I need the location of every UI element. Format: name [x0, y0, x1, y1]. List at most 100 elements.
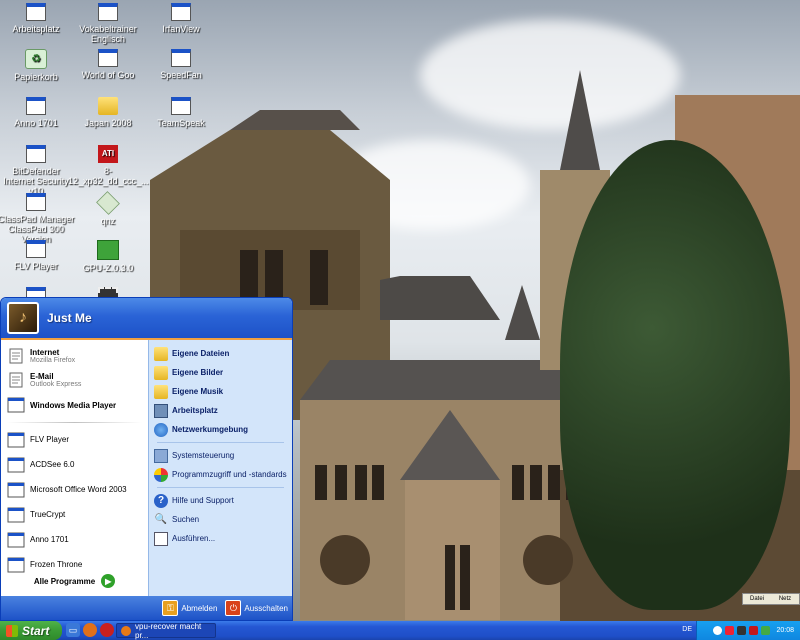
menu-separator	[157, 442, 284, 443]
desktop-icon-speedfan[interactable]: SpeedFan	[141, 49, 221, 80]
document-icon	[7, 371, 25, 389]
mini-window[interactable]: Datei Netz	[742, 593, 800, 605]
desktop-icon-japan-2008[interactable]: Japan 2008	[68, 97, 148, 128]
places-netzwerkumgebung[interactable]: Netzwerkumgebung	[149, 420, 292, 439]
clock[interactable]: 20:08	[776, 627, 794, 634]
pictures-folder-icon	[154, 365, 168, 380]
desktop-icon-anno-1701[interactable]: Anno 1701	[0, 97, 76, 128]
desktop-icon-arbeitsplatz[interactable]: Arbeitsplatz	[0, 3, 76, 34]
firefox-icon[interactable]	[83, 623, 97, 637]
desktop-icon-world-of-goo[interactable]: World of Goo	[68, 49, 148, 80]
start-menu-left-pane: Internet Mozilla Firefox E-Mail Outlook Ex…	[1, 340, 148, 596]
desktop-icon-flv-player[interactable]: FLV Player	[0, 240, 76, 271]
app-window-icon	[7, 396, 25, 414]
app-window-icon	[7, 506, 25, 524]
recycle-bin-icon: ♻	[25, 49, 47, 69]
folder-icon	[98, 97, 118, 115]
windows-logo-icon	[6, 624, 18, 637]
quick-launch: ▭	[66, 623, 117, 637]
shortcut-icon	[26, 240, 46, 258]
places-programmzugriff[interactable]: Programmzugriff und -standards	[149, 465, 292, 484]
media-icon[interactable]	[100, 623, 114, 637]
computer-shortcut-icon	[26, 3, 46, 21]
desktop-icon-bitdefender[interactable]: BitDefender Internet Security v10	[0, 145, 76, 196]
taskbar: Start ▭ vpu-recover macht pr... DE 20:08	[0, 621, 800, 640]
places-eigene-bilder[interactable]: Eigene Bilder	[149, 363, 292, 382]
places-hilfe-und-support[interactable]: ? Hilfe und Support	[149, 491, 292, 510]
pinned-internet[interactable]: Internet Mozilla Firefox	[1, 344, 148, 368]
system-tray: 20:08	[696, 621, 800, 640]
desktop-icon-papierkorb[interactable]: ♻ Papierkorb	[0, 49, 76, 82]
help-icon: ?	[154, 493, 168, 508]
shortcut-icon	[171, 97, 191, 115]
app-window-icon	[7, 456, 25, 474]
shutdown-button[interactable]: ⏻ Ausschalten	[225, 600, 288, 616]
disk-icon	[96, 191, 120, 215]
gpu-tray-icon[interactable]	[761, 626, 771, 635]
mini-window-tab-datei[interactable]: Datei	[743, 594, 771, 604]
firefox-icon	[121, 625, 131, 636]
document-icon	[7, 347, 25, 365]
music-folder-icon	[154, 384, 168, 399]
recent-anno-1701[interactable]: Anno 1701	[1, 527, 148, 552]
recent-word-2003[interactable]: Microsoft Office Word 2003	[1, 477, 148, 502]
places-arbeitsplatz[interactable]: Arbeitsplatz	[149, 401, 292, 420]
start-menu-right-pane: Eigene Dateien Eigene Bilder Eigene Musi…	[148, 340, 292, 596]
places-suchen[interactable]: 🔍 Suchen	[149, 510, 292, 529]
control-panel-icon	[154, 448, 168, 463]
pinned-email[interactable]: E-Mail Outlook Express	[1, 368, 148, 392]
mini-window-tab-netz[interactable]: Netz	[771, 594, 799, 604]
desktop-icon-vokabeltrainer[interactable]: Vokabeltrainer Englisch	[68, 3, 148, 44]
desktop-icon-gpu-z[interactable]: GPU-Z.0.3.0	[68, 240, 148, 273]
recent-truecrypt[interactable]: TrueCrypt	[1, 502, 148, 527]
app-window-icon	[7, 481, 25, 499]
user-name: Just Me	[47, 311, 92, 325]
places-systemsteuerung[interactable]: Systemsteuerung	[149, 446, 292, 465]
start-menu-body: Internet Mozilla Firefox E-Mail Outlook Ex…	[1, 340, 292, 596]
power-icon: ⏻	[225, 600, 242, 616]
places-ausfuehren[interactable]: Ausführen...	[149, 529, 292, 548]
desktop-icon-classpad[interactable]: ClassPad Manager ClassPad 300 Version	[0, 193, 76, 244]
ati-tray-icon[interactable]	[749, 626, 759, 635]
recent-flv-player[interactable]: FLV Player	[1, 427, 148, 452]
shortcut-icon	[171, 3, 191, 21]
shortcut-icon	[171, 49, 191, 67]
desktop-icon-ati-driver[interactable]: ATI 8-12_xp32_dd_ccc_...	[68, 145, 149, 186]
arrow-right-icon: ▶	[101, 574, 116, 588]
network-icon	[154, 422, 168, 437]
shortcut-icon	[26, 97, 46, 115]
ati-icon: ATI	[98, 145, 118, 163]
recent-acdsee[interactable]: ACDSee 6.0	[1, 452, 148, 477]
start-menu-header: ♪ Just Me	[1, 298, 292, 340]
app-window-icon	[7, 531, 25, 549]
start-menu-footer: ⚿ Abmelden ⏻ Ausschalten	[1, 596, 292, 620]
app-window-icon	[7, 431, 25, 449]
shield-tray-icon[interactable]	[725, 626, 735, 635]
logoff-button[interactable]: ⚿ Abmelden	[162, 600, 217, 616]
computer-icon	[154, 403, 168, 418]
network-tray-icon[interactable]	[713, 626, 723, 635]
desktop-icon-qnz[interactable]: qnz	[68, 191, 148, 226]
menu-separator	[7, 422, 142, 423]
folder-icon	[154, 346, 168, 361]
key-icon: ⚿	[162, 600, 179, 616]
taskbar-button-firefox[interactable]: vpu-recover macht pr...	[116, 622, 216, 640]
run-icon	[154, 531, 168, 546]
start-button[interactable]: Start	[0, 621, 62, 640]
shortcut-icon	[26, 145, 46, 163]
places-eigene-musik[interactable]: Eigene Musik	[149, 382, 292, 401]
user-avatar[interactable]: ♪	[7, 302, 39, 334]
speaker-tray-icon[interactable]	[737, 626, 747, 635]
shortcut-icon	[26, 193, 46, 211]
shortcut-icon	[98, 3, 118, 21]
start-menu: ♪ Just Me Internet Mozilla Firefox E-Mail…	[0, 297, 293, 621]
shortcut-icon	[98, 49, 118, 67]
language-indicator[interactable]: DE	[682, 626, 692, 633]
places-eigene-dateien[interactable]: Eigene Dateien	[149, 344, 292, 363]
all-programs-button[interactable]: Alle Programme ▶	[1, 570, 148, 592]
desktop-icon-teamspeak[interactable]: TeamSpeak	[141, 97, 221, 128]
show-desktop-icon[interactable]: ▭	[66, 623, 80, 637]
menu-separator	[157, 487, 284, 488]
desktop-icon-irfanview[interactable]: IrfanView	[141, 3, 221, 34]
pinned-windows-media-player[interactable]: Windows Media Player	[1, 392, 148, 418]
